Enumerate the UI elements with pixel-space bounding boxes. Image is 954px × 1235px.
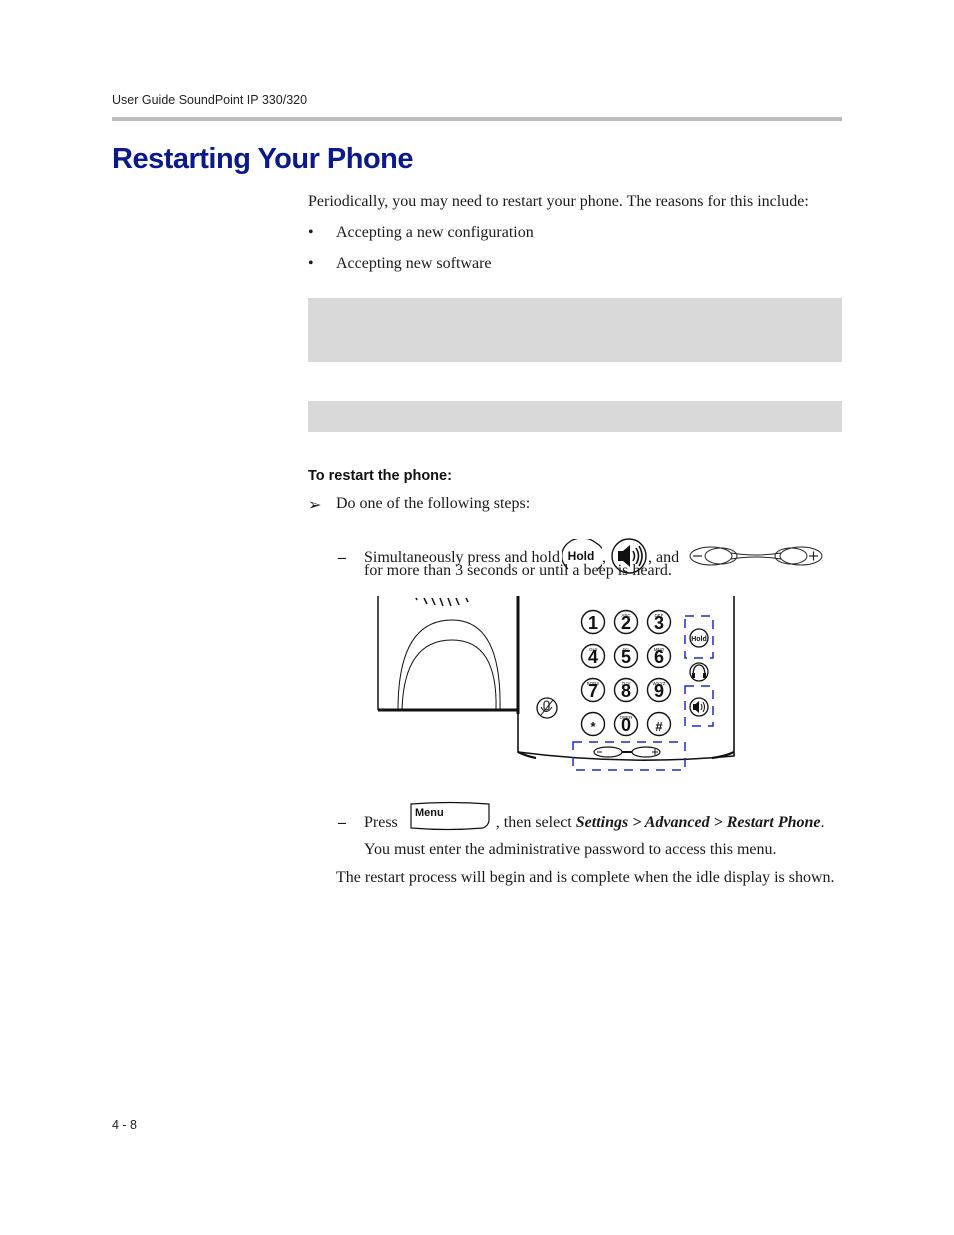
- keypad-key-6: 6MNO: [646, 643, 672, 669]
- keypad-digit: #: [655, 719, 663, 734]
- bullet-marker: •: [308, 255, 314, 272]
- keypad-letters: PQRS: [587, 681, 600, 686]
- keypad-key-star: *: [580, 711, 606, 737]
- menu-key-label: Menu: [415, 807, 444, 819]
- keypad-key-0: 0OPER: [613, 711, 639, 737]
- headset-key-icon: [689, 662, 709, 682]
- option-two-press: Press: [364, 814, 398, 831]
- intro-paragraph: Periodically, you may need to restart yo…: [308, 193, 809, 210]
- keypad-key-2: 2ABC: [613, 609, 639, 635]
- speaker-key-icon: [689, 697, 709, 717]
- hold-key-label: Hold: [568, 549, 595, 563]
- mute-key-icon: [536, 697, 558, 719]
- hold-key: Hold: [689, 628, 709, 648]
- arrow-bullet-icon: ➢: [308, 497, 322, 514]
- keypad-key-1: 1: [580, 609, 606, 635]
- list-item-text: Accepting new software: [336, 255, 492, 272]
- keypad-digit: *: [590, 719, 596, 734]
- keypad: 1 2ABC 3DEF 4GHI 5JKL 6MNO 7PQRS 8TUV 9WXYZ * 0OPE…: [580, 609, 672, 737]
- step-text: Do one of the following steps:: [336, 495, 531, 512]
- keypad-letters: ABC: [621, 613, 631, 618]
- keypad-letters: JKL: [622, 647, 630, 652]
- dash-marker: –: [338, 814, 346, 831]
- volume-key-highlight: [572, 741, 686, 771]
- header-rule: [112, 117, 842, 121]
- list-item-text: Accepting a new configuration: [336, 224, 534, 241]
- keypad-letters: OPER: [620, 715, 634, 720]
- volume-key-icon: [689, 545, 823, 572]
- menu-key-icon: Menu: [408, 801, 492, 836]
- keypad-letters: TUV: [622, 681, 631, 686]
- page-title: Restarting Your Phone: [112, 143, 414, 175]
- phone-diagram: 1 2 ABC 3 DEF 4 GHI 5 JKL 6 MNO 7 PQRS 8 TUV 9 WXYZ * 0 OPE…: [376, 594, 740, 778]
- keypad-key-8: 8TUV: [613, 677, 639, 703]
- keypad-digit: 1: [588, 613, 598, 633]
- handset-cradle: [377, 596, 520, 714]
- shaded-note-box: [308, 401, 842, 432]
- keypad-key-5: 5JKL: [613, 643, 639, 669]
- keypad-key-pound: #: [646, 711, 672, 737]
- keypad-letters: DEF: [655, 613, 664, 618]
- result-paragraph: The restart process will begin and is co…: [336, 869, 835, 886]
- running-header: User Guide SoundPoint IP 330/320: [112, 93, 308, 107]
- option-one-continuation: for more than 3 seconds or until a beep …: [364, 562, 672, 579]
- page-number: 4 - 8: [112, 1118, 138, 1132]
- keypad-key-3: 3DEF: [646, 609, 672, 635]
- keypad-key-7: 7PQRS: [580, 677, 606, 703]
- hold-key-label: Hold: [691, 636, 707, 643]
- period: .: [820, 814, 825, 831]
- dash-marker: –: [338, 549, 346, 567]
- admin-password-note: You must enter the administrative passwo…: [364, 841, 777, 858]
- bullet-marker: •: [308, 224, 314, 241]
- keypad-letters: WXYZ: [653, 681, 666, 686]
- keypad-key-4: 4GHI: [580, 643, 606, 669]
- keypad-letters: MNO: [654, 647, 665, 652]
- option-two-then: , then select: [495, 814, 572, 831]
- procedure-heading: To restart the phone:: [308, 468, 452, 484]
- volume-key-icon: [593, 746, 661, 758]
- keypad-key-9: 9WXYZ: [646, 677, 672, 703]
- keypad-letters: GHI: [589, 647, 597, 652]
- menu-path: Settings > Advanced > Restart Phone: [575, 814, 821, 831]
- option-two: – Press Menu , then select Settings > Adv…: [338, 801, 825, 836]
- shaded-note-box: [308, 298, 842, 362]
